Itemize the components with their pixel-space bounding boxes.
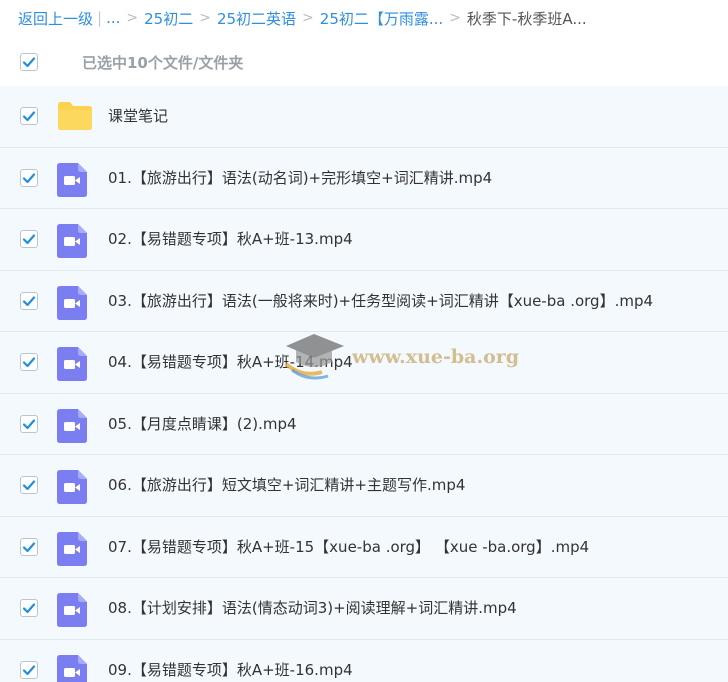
check-icon [22, 172, 36, 183]
file-type-icon [57, 531, 87, 570]
chevron-right-icon: > [302, 10, 314, 26]
check-icon [22, 603, 36, 614]
file-row[interactable]: 03.【旅游出行】语法(一般将来时)+任务型阅读+词汇精讲【xue-ba .or… [0, 270, 728, 332]
file-type-icon [57, 101, 93, 135]
file-row[interactable]: 06.【旅游出行】短文填空+词汇精讲+主题写作.mp4 [0, 455, 728, 517]
file-type-icon [57, 162, 87, 201]
row-checkbox[interactable] [20, 230, 38, 248]
file-type-icon [57, 347, 87, 385]
video-file-icon [57, 531, 87, 566]
video-file-icon [57, 224, 87, 258]
breadcrumb-item[interactable]: 25初二【万雨露... [320, 8, 443, 29]
back-link[interactable]: 返回上一级 [18, 8, 93, 29]
check-icon [22, 234, 36, 245]
file-name[interactable]: 08.【计划安排】语法(情态动词3)+阅读理解+词汇精讲.mp4 [108, 578, 517, 639]
breadcrumb-item[interactable]: 25初二英语 [217, 8, 296, 29]
file-row[interactable]: 08.【计划安排】语法(情态动词3)+阅读理解+词汇精讲.mp4 [0, 578, 728, 640]
file-row[interactable]: 07.【易错题专项】秋A+班-15【xue-ba .org】 【xue -ba.… [0, 516, 728, 578]
row-checkbox[interactable] [20, 291, 38, 310]
row-checkbox[interactable] [20, 414, 38, 433]
selection-bar: 已选中10个文件/文件夹 [0, 40, 728, 84]
file-name[interactable]: 01.【旅游出行】语法(动名词)+完形填空+词汇精讲.mp4 [108, 148, 492, 209]
file-row[interactable]: 09.【易错题专项】秋A+班-16.mp4 [0, 639, 728, 682]
video-file-icon [57, 654, 87, 682]
row-checkbox[interactable] [20, 476, 38, 494]
file-type-icon [57, 408, 87, 447]
check-icon [22, 418, 36, 429]
check-icon [22, 111, 36, 122]
file-name[interactable]: 03.【旅游出行】语法(一般将来时)+任务型阅读+词汇精讲【xue-ba .or… [108, 271, 653, 332]
video-file-icon [57, 347, 87, 381]
file-list: 课堂笔记 01.【旅游出行】语法(动名词)+完形填空+词汇精讲.mp4 02.【易错… [0, 86, 728, 682]
chevron-right-icon: > [449, 10, 461, 26]
video-file-icon [57, 162, 87, 197]
video-file-icon [57, 593, 87, 627]
check-icon [22, 295, 36, 306]
folder-row[interactable]: 课堂笔记 [0, 86, 728, 148]
chevron-right-icon: > [199, 10, 211, 26]
video-file-icon [57, 470, 87, 504]
file-name[interactable]: 02.【易错题专项】秋A+班-13.mp4 [108, 209, 353, 270]
file-name[interactable]: 05.【月度点睛课】(2).mp4 [108, 394, 297, 455]
row-checkbox[interactable] [20, 168, 38, 187]
file-name[interactable]: 课堂笔记 [108, 86, 168, 147]
file-row[interactable]: 04.【易错题专项】秋A+班-14.mp4 [0, 332, 728, 394]
file-type-icon [57, 593, 87, 631]
file-row[interactable]: 01.【旅游出行】语法(动名词)+完形填空+词汇精讲.mp4 [0, 147, 728, 209]
row-checkbox[interactable] [20, 353, 38, 371]
select-all-checkbox[interactable] [20, 53, 38, 71]
breadcrumb-current: 秋季下-秋季班A... [466, 9, 587, 28]
row-checkbox[interactable] [20, 660, 38, 679]
check-icon [22, 57, 36, 68]
selection-count: 已选中10个文件/文件夹 [82, 53, 244, 72]
check-icon [22, 541, 36, 552]
row-checkbox[interactable] [20, 537, 38, 556]
breadcrumb: 返回上一级 | ... > 25初二 > 25初二英语 > 25初二【万雨露..… [0, 0, 728, 36]
check-icon [22, 357, 36, 368]
breadcrumb-item[interactable]: 25初二 [144, 8, 193, 29]
row-checkbox[interactable] [20, 107, 38, 125]
file-name[interactable]: 06.【旅游出行】短文填空+词汇精讲+主题写作.mp4 [108, 455, 465, 516]
file-type-icon [57, 224, 87, 262]
chevron-right-icon: > [126, 10, 139, 26]
file-name[interactable]: 09.【易错题专项】秋A+班-16.mp4 [108, 640, 353, 682]
file-name[interactable]: 04.【易错题专项】秋A+班-14.mp4 [108, 332, 353, 393]
file-row[interactable]: 05.【月度点睛课】(2).mp4 [0, 393, 728, 455]
video-file-icon [57, 408, 87, 443]
file-type-icon [57, 654, 87, 682]
check-icon [22, 664, 36, 675]
file-row[interactable]: 02.【易错题专项】秋A+班-13.mp4 [0, 209, 728, 271]
breadcrumb-divider: | [97, 9, 103, 27]
row-checkbox[interactable] [20, 599, 38, 617]
file-name[interactable]: 07.【易错题专项】秋A+班-15【xue-ba .org】 【xue -ba.… [108, 517, 589, 578]
breadcrumb-ellipsis[interactable]: ... [106, 9, 120, 27]
check-icon [22, 480, 36, 491]
video-file-icon [57, 285, 87, 320]
file-type-icon [57, 285, 87, 324]
folder-icon [58, 102, 92, 130]
file-type-icon [57, 470, 87, 508]
